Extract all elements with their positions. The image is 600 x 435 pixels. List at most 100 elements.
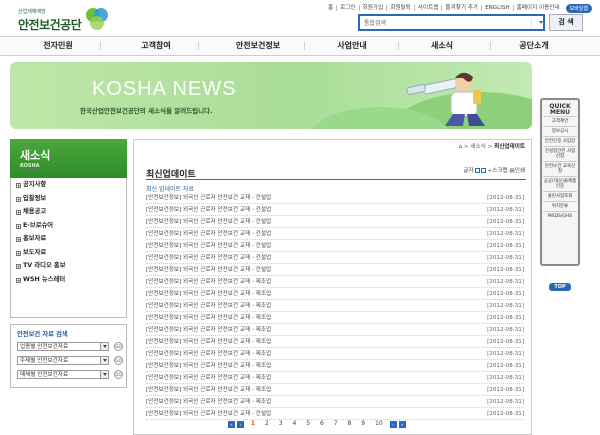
font-decrease-icon[interactable] xyxy=(480,168,486,173)
quick-item[interactable]: MSDS/GHS xyxy=(543,211,577,221)
quick-item[interactable]: 위치분류 xyxy=(543,201,577,211)
nav-item-news[interactable]: 새소식 xyxy=(410,37,474,55)
util-home-link[interactable]: 홈 xyxy=(325,5,336,11)
list-item[interactable]: [안전보건정보] 외국인 근로자 안전보건 교재 - 건설업 [2012-08-3… xyxy=(146,192,524,204)
list-item-title[interactable]: [안전보건정보] 외국인 근로자 안전보건 교재 - 제조업 xyxy=(146,375,271,381)
list-item-title[interactable]: [안전보건정보] 외국인 근로자 안전보건 교재 - 건설업 xyxy=(146,195,271,201)
util-bookmark-link[interactable]: 즐겨찾기 추가 xyxy=(441,5,481,11)
list-item[interactable]: [안전보건정보] 외국인 근로자 안전보건 교재 - 건설업 [2012-08-3… xyxy=(146,228,524,240)
util-english-link[interactable]: ENGLISH xyxy=(481,5,513,11)
list-item[interactable]: [안전보건정보] 외국인 근로자 안전보건 교재 - 건설업 [2012-08-3… xyxy=(146,264,524,276)
page-number[interactable]: 8 xyxy=(348,420,352,427)
next-page-icon[interactable]: › xyxy=(389,421,397,428)
mobile-web-button[interactable]: 모바일웹 xyxy=(565,3,592,13)
search-button[interactable]: 검 색 xyxy=(549,14,583,31)
search-scope-select[interactable]: 통합검색 xyxy=(364,18,386,27)
list-item[interactable]: [안전보건정보] 외국인 근로자 안전보건 교재 - 건설업 [2012-08-3… xyxy=(146,216,524,228)
list-item[interactable]: [안전보건정보] 외국인 근로자 안전보건 교재 - 제조업 [2012-08-3… xyxy=(146,276,524,288)
util-join-link[interactable]: 회원가입 xyxy=(358,5,387,11)
list-item[interactable]: [안전보건정보] 외국인 근로자 안전보건 교재 - 제조업 [2012-08-3… xyxy=(146,336,524,348)
list-item-title[interactable]: [안전보건정보] 외국인 근로자 안전보건 교재 - 제조업 xyxy=(146,339,271,345)
util-sitemap-link[interactable]: 사이트맵 xyxy=(413,5,442,11)
scroll-top-button[interactable]: TOP xyxy=(549,283,571,291)
list-item[interactable]: [안전보건정보] 외국인 근로자 안전보건 교재 - 제조업 [2012-08-3… xyxy=(146,384,524,396)
lnb-item-notice[interactable]: + 공지사항 xyxy=(11,178,126,192)
list-item[interactable]: [안전보건정보] 외국인 근로자 안전보건 교재 - 건설업 [2012-08-3… xyxy=(146,240,524,252)
list-item-title[interactable]: [안전보건정보] 외국인 근로자 안전보건 교재 - 제조업 xyxy=(146,387,271,393)
topic-go-button[interactable]: GO xyxy=(114,356,123,365)
util-guide-link[interactable]: 홈페이지 이용안내 xyxy=(512,5,563,11)
list-item-title[interactable]: [안전보건정보] 외국인 근로자 안전보건 교재 - 건설업 xyxy=(146,411,271,417)
nav-item-customer[interactable]: 고객참여 xyxy=(126,37,186,55)
site-logo[interactable]: 산업재해예방 안전보건공단 xyxy=(14,6,124,32)
list-item-title[interactable]: [안전보건정보] 외국인 근로자 안전보건 교재 - 건설업 xyxy=(146,267,271,273)
page-number[interactable]: 7 xyxy=(334,420,338,427)
list-item[interactable]: [안전보건정보] 외국인 근로자 안전보건 교재 - 제조업 [2012-08-3… xyxy=(146,360,524,372)
page-number[interactable]: 5 xyxy=(306,420,310,427)
quick-item[interactable]: 안전인증 사업장 xyxy=(543,136,577,146)
lnb-item-newsletter[interactable]: + WSH 뉴스레터 xyxy=(11,273,126,287)
util-withdraw-link[interactable]: 회원탈퇴 xyxy=(386,5,414,11)
quick-item[interactable]: 공공(대상)물제품인증 xyxy=(543,176,577,191)
quick-item[interactable]: 클린사업조회 xyxy=(543,191,577,201)
list-item-title[interactable]: [안전보건정보] 외국인 근로자 안전보건 교재 - 제조업 xyxy=(146,315,271,321)
list-item[interactable]: [안전보건정보] 외국인 근로자 안전보건 교재 - 제조업 [2012-08-3… xyxy=(146,300,524,312)
media-go-button[interactable]: GO xyxy=(114,370,123,379)
quick-item[interactable]: 고객제안 xyxy=(543,116,577,126)
lnb-item-promo[interactable]: + 홍보자료 xyxy=(11,232,126,246)
nav-item-safety-info[interactable]: 안전보건정보 xyxy=(218,37,298,55)
topic-select[interactable]: 주제별 안전보건자료 xyxy=(17,356,109,365)
page-number[interactable]: 3 xyxy=(279,420,283,427)
lnb-item-recruit[interactable]: + 채용공고 xyxy=(11,205,126,219)
list-item-title[interactable]: [안전보건정보] 외국인 근로자 안전보건 교재 - 건설업 xyxy=(146,255,271,261)
list-item[interactable]: [안전보건정보] 외국인 근로자 안전보건 교재 - 제조업 [2012-08-3… xyxy=(146,348,524,360)
util-login-link[interactable]: 로그인 xyxy=(336,5,358,11)
lnb-item-press[interactable]: + 보도자료 xyxy=(11,246,126,260)
quick-item[interactable]: 안전보건 교육신청 xyxy=(543,161,577,176)
list-item[interactable]: [안전보건정보] 외국인 근로자 안전보건 교재 - 건설업 [2012-08-3… xyxy=(146,204,524,216)
list-item-title[interactable]: [안전보건정보] 외국인 근로자 안전보건 교재 - 제조업 xyxy=(146,303,271,309)
page-number-current[interactable]: 1 xyxy=(251,420,255,427)
lnb-item-tv-radio[interactable]: + TV 라디오 홍보 xyxy=(11,259,126,273)
list-item-title[interactable]: [안전보건정보] 외국인 근로자 안전보건 교재 - 건설업 xyxy=(146,219,271,225)
industry-go-button[interactable]: GO xyxy=(114,342,123,351)
list-item[interactable]: [안전보건정보] 외국인 근로자 안전보건 교재 - 제조업 [2012-08-3… xyxy=(146,396,524,408)
nav-item-business[interactable]: 사업안내 xyxy=(320,37,384,55)
page-number[interactable]: 4 xyxy=(293,420,297,427)
list-item-title[interactable]: [안전보건정보] 외국인 근로자 안전보건 교재 - 제조업 xyxy=(146,399,271,405)
home-icon[interactable]: ⌂ xyxy=(459,144,463,150)
first-page-icon[interactable]: « xyxy=(228,421,235,428)
page-number[interactable]: 9 xyxy=(361,420,365,427)
search-input[interactable]: 통합검색 xyxy=(358,14,545,31)
media-select[interactable]: 매체별 안전보건자료 xyxy=(17,370,109,379)
quick-item[interactable]: 건설업안전 사업신청 xyxy=(543,146,577,161)
breadcrumb-item[interactable]: 새소식 xyxy=(470,144,485,150)
list-item[interactable]: [안전보건정보] 외국인 근로자 안전보건 교재 - 제조업 [2012-08-3… xyxy=(146,312,524,324)
list-item-title[interactable]: [안전보건정보] 외국인 근로자 안전보건 교재 - 제조업 xyxy=(146,327,271,333)
list-item[interactable]: [안전보건정보] 외국인 근로자 안전보건 교재 - 건설업 [2012-08-3… xyxy=(146,408,524,420)
page-number[interactable]: 6 xyxy=(320,420,324,427)
list-item-title[interactable]: [안전보건정보] 외국인 근로자 안전보건 교재 - 건설업 xyxy=(146,231,271,237)
list-item[interactable]: [안전보건정보] 외국인 근로자 안전보건 교재 - 제조업 [2012-08-3… xyxy=(146,324,524,336)
list-item[interactable]: [안전보건정보] 외국인 근로자 안전보건 교재 - 건설업 [2012-08-3… xyxy=(146,252,524,264)
list-item-title[interactable]: [안전보건정보] 외국인 근로자 안전보건 교재 - 건설업 xyxy=(146,243,271,249)
list-item-title[interactable]: [안전보건정보] 외국인 근로자 안전보건 교재 - 제조업 xyxy=(146,363,271,369)
list-item-title[interactable]: [안전보건정보] 외국인 근로자 안전보건 교재 - 제조업 xyxy=(146,351,271,357)
industry-select[interactable]: 업종별 안전보건자료 xyxy=(17,342,109,351)
chevron-down-icon[interactable] xyxy=(539,21,543,24)
nav-item-about[interactable]: 공단소개 xyxy=(500,37,568,55)
page-number[interactable]: 10 xyxy=(375,420,383,427)
print-button[interactable]: 인쇄 xyxy=(515,168,525,174)
quick-item[interactable]: 정보공시 xyxy=(543,126,577,136)
prev-page-icon[interactable]: ‹ xyxy=(237,421,244,428)
list-item-title[interactable]: [안전보건정보] 외국인 근로자 안전보건 교재 - 건설업 xyxy=(146,207,271,213)
page-number[interactable]: 2 xyxy=(265,420,269,427)
list-item[interactable]: [안전보건정보] 외국인 근로자 안전보건 교재 - 제조업 [2012-08-3… xyxy=(146,372,524,384)
lnb-item-ebrochure[interactable]: + E-브로슈어 xyxy=(11,219,126,233)
list-item-title[interactable]: [안전보건정보] 외국인 근로자 안전보건 교재 - 제조업 xyxy=(146,291,271,297)
nav-item-civil[interactable]: 전자민원 xyxy=(28,37,88,55)
last-page-icon[interactable]: » xyxy=(398,421,406,428)
list-item-title[interactable]: [안전보건정보] 외국인 근로자 안전보건 교재 - 제조업 xyxy=(146,279,271,285)
font-increase-icon[interactable] xyxy=(474,168,480,173)
scrap-button[interactable]: 스크랩 xyxy=(492,168,507,174)
